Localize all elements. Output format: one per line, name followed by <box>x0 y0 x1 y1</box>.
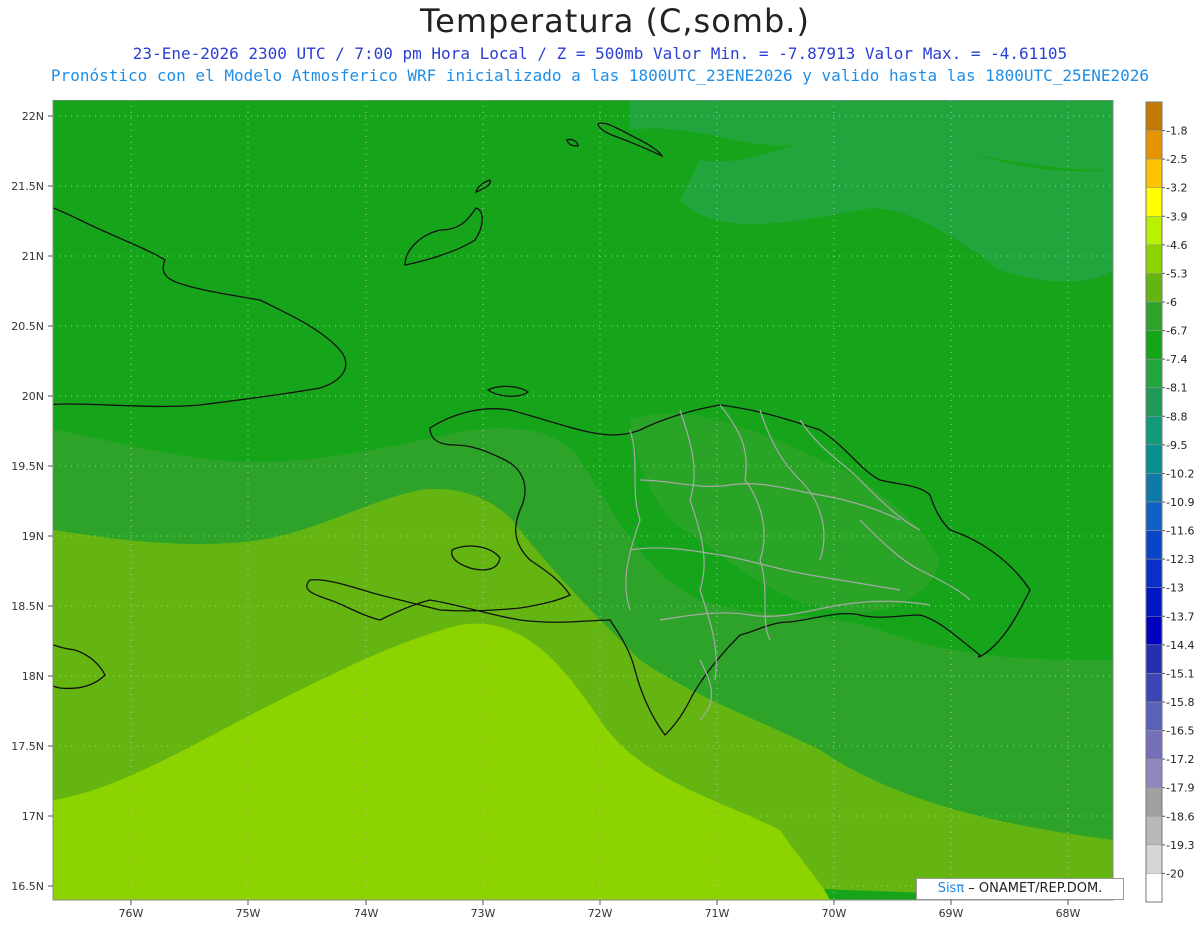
lon-label: 75W <box>236 907 261 920</box>
lat-label: 18.5N <box>11 600 44 613</box>
colorbar-label: -2.5 <box>1166 153 1187 166</box>
lat-axis: 22N 21.5N 21N 20.5N 20N 19.5N 19N 18.5N … <box>11 110 53 893</box>
colorbar-swatch <box>1145 701 1163 731</box>
colorbar-swatch <box>1145 673 1163 703</box>
colorbar-label: -13.7 <box>1166 610 1194 623</box>
lon-label: 72W <box>588 907 613 920</box>
colorbar-swatch <box>1145 387 1163 417</box>
sispi-logo-text: Sisπ <box>937 881 965 896</box>
lat-label: 20N <box>22 390 44 403</box>
colorbar-label: -6 <box>1166 296 1177 309</box>
colorbar-swatch <box>1145 444 1163 474</box>
map-title: Temperatura (C,somb.) <box>420 2 810 40</box>
lat-label: 21N <box>22 250 44 263</box>
colorbar-label: -3.9 <box>1166 210 1187 223</box>
lat-label: 18N <box>22 670 44 683</box>
colorbar-swatch <box>1145 558 1163 588</box>
lat-label: 17.5N <box>11 740 44 753</box>
colorbar: -1.8 -2.5 -3.2 -3.9 -4.6 -5.3 -6 -6.7 -7.4 -8.1 -8… <box>1144 100 1200 906</box>
lon-label: 68W <box>1056 907 1081 920</box>
lat-label: 16.5N <box>11 880 44 893</box>
colorbar-label: -9.5 <box>1166 439 1187 452</box>
colorbar-label: -1.8 <box>1166 125 1187 138</box>
colorbar-swatch <box>1145 758 1163 788</box>
colorbar-swatch <box>1145 816 1163 846</box>
colorbar-label: -7.4 <box>1166 353 1187 366</box>
colorbar-swatch <box>1145 873 1163 903</box>
colorbar-swatch <box>1145 273 1163 303</box>
colorbar-label: -20 <box>1166 867 1184 880</box>
colorbar-swatch <box>1145 787 1163 817</box>
lon-label: 76W <box>119 907 144 920</box>
colorbar-label: -17.2 <box>1166 753 1194 766</box>
colorbar-swatch <box>1145 730 1163 760</box>
colorbar-svg: -1.8 -2.5 -3.2 -3.9 -4.6 -5.3 -6 -6.7 -7.4 -8.1 -8… <box>1145 101 1194 903</box>
lon-label: 73W <box>471 907 496 920</box>
colorbar-swatch <box>1145 187 1163 217</box>
colorbar-swatch <box>1145 158 1163 188</box>
temperature-field <box>53 100 1113 900</box>
colorbar-swatch <box>1145 473 1163 503</box>
colorbar-swatch <box>1145 358 1163 388</box>
colorbar-label: -8.8 <box>1166 410 1187 423</box>
colorbar-label: -15.1 <box>1166 667 1194 680</box>
lat-label: 21.5N <box>11 180 44 193</box>
lat-label: 19N <box>22 530 44 543</box>
credit-text: – ONAMET/REP.DOM. <box>964 881 1103 896</box>
colorbar-label: -16.5 <box>1166 725 1194 738</box>
lon-label: 74W <box>354 907 379 920</box>
lat-label: 22N <box>22 110 44 123</box>
colorbar-swatch <box>1145 216 1163 246</box>
colorbar-swatch <box>1145 501 1163 531</box>
colorbar-label: -17.9 <box>1166 782 1194 795</box>
lat-label: 20.5N <box>11 320 44 333</box>
colorbar-swatch <box>1145 330 1163 360</box>
colorbar-swatch <box>1145 844 1163 874</box>
valid-time-line: 23-Ene-2026 2300 UTC / 7:00 pm Hora Loca… <box>132 44 1068 63</box>
colorbar-swatch <box>1145 416 1163 446</box>
colorbar-label: -4.6 <box>1166 239 1187 252</box>
colorbar-label: -12.3 <box>1166 553 1194 566</box>
colorbar-label: -15.8 <box>1166 696 1194 709</box>
colorbar-swatch <box>1145 101 1163 131</box>
colorbar-swatch <box>1145 301 1163 331</box>
colorbar-label: -10.9 <box>1166 496 1194 509</box>
map-svg: 22N 21.5N 21N 20.5N 20N 19.5N 19N 18.5N … <box>11 99 1114 920</box>
model-info-line: Pronóstico con el Modelo Atmosferico WRF… <box>50 66 1150 85</box>
colorbar-swatch <box>1145 130 1163 160</box>
colorbar-label: -13 <box>1166 582 1184 595</box>
lon-label: 71W <box>705 907 730 920</box>
colorbar-label: -5.3 <box>1166 267 1187 280</box>
colorbar-swatch <box>1145 587 1163 617</box>
colorbar-label: -10.2 <box>1166 467 1194 480</box>
colorbar-swatch <box>1145 530 1163 560</box>
lon-label: 70W <box>822 907 847 920</box>
colorbar-swatch <box>1145 244 1163 274</box>
colorbar-swatch <box>1145 644 1163 674</box>
colorbar-label: -8.1 <box>1166 382 1187 395</box>
lon-label: 69W <box>939 907 964 920</box>
colorbar-label: -3.2 <box>1166 182 1187 195</box>
colorbar-label: -6.7 <box>1166 325 1187 338</box>
colorbar-label: -18.6 <box>1166 810 1194 823</box>
lon-axis: 76W 75W 74W 73W 72W 71W 70W 69W 68W <box>119 900 1081 920</box>
colorbar-label: -14.4 <box>1166 639 1194 652</box>
colorbar-label: -11.6 <box>1166 525 1194 538</box>
lat-label: 19.5N <box>11 460 44 473</box>
credit-box: Sisπ – ONAMET/REP.DOM. <box>916 878 1124 900</box>
map-panel[interactable]: 22N 21.5N 21N 20.5N 20N 19.5N 19N 18.5N … <box>0 99 1200 927</box>
lat-label: 17N <box>22 810 44 823</box>
colorbar-label: -19.3 <box>1166 839 1194 852</box>
colorbar-swatch <box>1145 616 1163 646</box>
